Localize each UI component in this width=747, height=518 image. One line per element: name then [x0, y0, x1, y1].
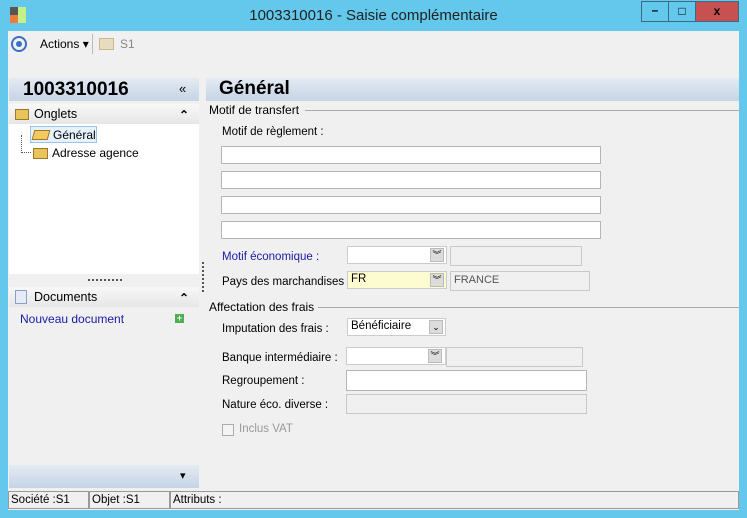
nav-circle-icon[interactable] [11, 36, 27, 52]
folder-icon [15, 109, 29, 120]
divider [305, 110, 739, 111]
section-affectation-frais: Affectation des frais [209, 300, 315, 314]
nature-label: Nature éco. diverse : [222, 399, 329, 411]
pays-description: FRANCE [450, 271, 590, 291]
divider [318, 307, 739, 308]
window-title: 1003310016 - Saisie complémentaire [249, 7, 498, 24]
banque-description [446, 347, 583, 367]
inclus-vat-label: Inclus VAT [239, 423, 293, 435]
folder-icon [99, 38, 114, 50]
chevron-down-icon[interactable]: ⌄ [429, 320, 443, 334]
imputation-value: Bénéficiaire [351, 320, 412, 332]
double-chevron-down-icon[interactable]: ︾ [430, 273, 444, 287]
left-bottom-bar[interactable]: ▾ [9, 465, 199, 488]
status-societe: Société :S1 [8, 491, 89, 509]
close-button[interactable]: x [695, 1, 739, 22]
documents-label: Documents [34, 290, 98, 304]
splitter-handle[interactable] [88, 279, 122, 281]
motif-economique-description [450, 246, 582, 266]
record-title: 1003310016 [23, 79, 129, 100]
motif-reglement-label: Motif de règlement : [222, 126, 324, 138]
motif-reglement-line-2[interactable] [221, 171, 601, 189]
new-document-link[interactable]: Nouveau document [20, 312, 124, 326]
banque-label: Banque intermédiaire : [222, 352, 338, 364]
tree-item-label: Adresse agence [52, 146, 139, 160]
regroupement-input[interactable] [346, 370, 587, 391]
dropdown-arrow-icon[interactable]: ▾ [180, 469, 186, 482]
left-header: 1003310016 « [9, 78, 199, 101]
minimize-button[interactable]: – [641, 1, 669, 22]
imputation-label: Imputation des frais : [222, 323, 329, 335]
document-icon [15, 290, 27, 304]
chevron-down-icon: ▾ [82, 37, 89, 51]
motif-reglement-line-4[interactable] [221, 221, 601, 239]
motif-economique-label[interactable]: Motif économique : [222, 251, 319, 263]
nature-input [346, 394, 587, 414]
section-motif-transfert: Motif de transfert [209, 103, 300, 117]
pays-code: FR [351, 273, 367, 285]
status-objet: Objet :S1 [89, 491, 170, 509]
actions-menu[interactable]: Actions ▾ [40, 37, 89, 51]
folder-icon [33, 148, 48, 159]
regroupement-label: Regroupement : [222, 375, 305, 387]
open-folder-icon [31, 130, 51, 140]
onglets-label: Onglets [34, 107, 78, 121]
collapse-icon[interactable]: « [179, 81, 186, 96]
folder-label[interactable]: S1 [120, 37, 135, 51]
collapse-up-icon[interactable]: ⌃ [179, 108, 189, 122]
section-title: Général [219, 78, 290, 99]
motif-reglement-line-3[interactable] [221, 196, 601, 214]
status-attributs: Attributs : [170, 491, 739, 509]
tree-item-general[interactable]: Général [30, 126, 97, 143]
onglets-header[interactable]: Onglets ⌃ [9, 104, 199, 124]
tree-item-label: Général [53, 128, 96, 142]
tree-item-adresse-agence[interactable]: Adresse agence [30, 145, 150, 162]
vertical-splitter[interactable] [202, 262, 204, 292]
main-header: Général [206, 78, 739, 101]
app-icon [10, 7, 26, 23]
toolbar-divider [92, 34, 93, 54]
title-bar: 1003310016 - Saisie complémentaire [0, 0, 747, 31]
pays-name: FRANCE [454, 274, 500, 286]
pays-label: Pays des marchandises : [222, 276, 351, 288]
motif-reglement-line-1[interactable] [221, 146, 601, 164]
documents-header[interactable]: Documents ⌃ [9, 287, 199, 307]
double-chevron-down-icon[interactable]: ︾ [430, 248, 444, 262]
maximize-button[interactable]: □ [668, 1, 696, 22]
add-icon[interactable]: + [175, 314, 184, 323]
collapse-up-icon[interactable]: ⌃ [179, 291, 189, 305]
inclus-vat-checkbox[interactable] [222, 424, 234, 436]
double-chevron-down-icon[interactable]: ︾ [428, 349, 442, 363]
actions-label: Actions [40, 37, 80, 51]
